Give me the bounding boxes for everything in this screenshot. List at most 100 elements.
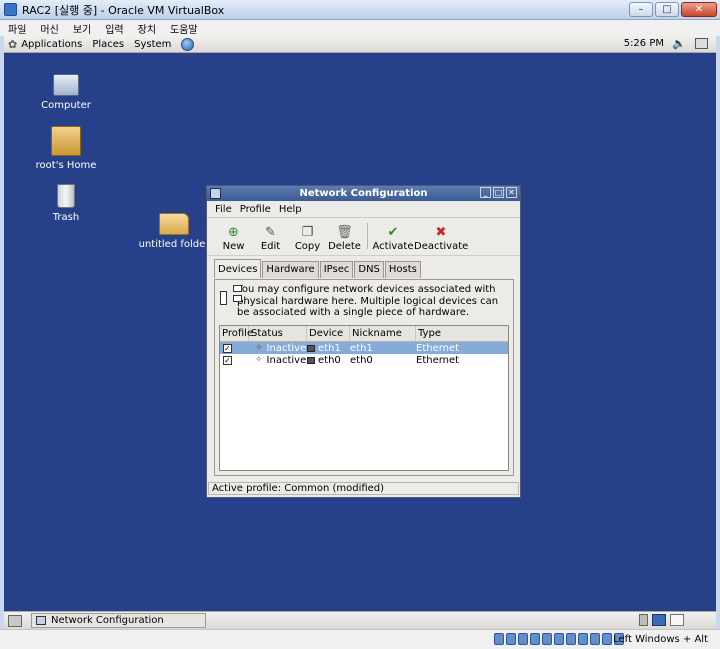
menu-system[interactable]: System <box>134 39 171 50</box>
host-key-label: Left Windows + Alt <box>613 634 708 645</box>
copy-button[interactable]: ❐ Copy <box>289 225 326 255</box>
desktop-icon-trash[interactable]: Trash <box>26 180 106 223</box>
gnome-foot-icon[interactable]: ✿ <box>8 38 17 51</box>
status-cell: Inactive <box>266 342 307 354</box>
panel-clock[interactable]: 5:26 PM <box>624 38 664 49</box>
devices-info: You may configure network devices associ… <box>215 280 513 322</box>
col-profile[interactable]: Profile <box>220 326 253 341</box>
new-button[interactable]: ⊕ New <box>215 225 252 255</box>
delete-button[interactable]: 🗑 Delete <box>326 225 363 255</box>
tab-hardware[interactable]: Hardware <box>262 261 319 278</box>
network-adapter-icon[interactable] <box>542 633 552 645</box>
activate-label: Activate <box>372 241 414 252</box>
desktop-icon-computer[interactable]: Computer <box>26 70 106 111</box>
activate-button[interactable]: ✔ Activate <box>372 225 414 255</box>
gnome-bottom-panel: Network Configuration <box>4 611 716 629</box>
floppy-icon[interactable] <box>518 633 528 645</box>
checkmark-icon: ✔ <box>387 225 399 240</box>
new-icon: ⊕ <box>228 225 239 240</box>
edit-button[interactable]: ✎ Edit <box>252 225 289 255</box>
desktop-icon-home[interactable]: root's Home <box>26 126 106 171</box>
vbox-titlebar: RAC2 [실행 중] - Oracle VM VirtualBox – □ ✕ <box>0 0 720 20</box>
workspace-1[interactable] <box>652 614 666 626</box>
device-cell: eth0 <box>318 354 341 366</box>
optical-drive-icon[interactable] <box>506 633 516 645</box>
nc-tabbar: Devices Hardware IPsec DNS Hosts <box>214 259 422 278</box>
network-status-icon[interactable] <box>695 38 708 49</box>
virtualbox-icon <box>4 3 17 16</box>
desktop-icon-label: untitled folder <box>138 239 210 250</box>
vbox-statusbar: Left Windows + Alt <box>0 629 720 649</box>
col-device[interactable]: Device <box>307 326 350 341</box>
volume-icon[interactable]: 🔈 <box>672 37 686 50</box>
usb-icon[interactable] <box>530 633 540 645</box>
deactivate-button[interactable]: ✖ Deactivate <box>414 225 468 255</box>
taskbar-network-config[interactable]: Network Configuration <box>31 613 206 628</box>
workspace-2[interactable] <box>670 614 684 626</box>
deactivate-label: Deactivate <box>414 241 469 252</box>
profile-checkbox[interactable]: ✓ <box>223 355 232 365</box>
table-row[interactable]: ✓ ✧ Inactive eth0 eth0 Ethernet <box>220 354 508 366</box>
maximize-button[interactable]: □ <box>655 2 679 17</box>
table-row[interactable]: ✓ ✧ Inactive eth1 eth1 Ethernet <box>220 342 508 354</box>
close-button[interactable]: ✕ <box>681 2 717 17</box>
vbox-menu-machine[interactable]: 머신 <box>40 21 58 36</box>
nc-menu-help[interactable]: Help <box>279 204 302 215</box>
copy-label: Copy <box>294 241 321 252</box>
nc-close-button[interactable]: ✕ <box>506 187 517 198</box>
nickname-cell: eth0 <box>350 354 373 366</box>
capture-icon[interactable] <box>590 633 600 645</box>
nc-menu-profile[interactable]: Profile <box>240 204 271 215</box>
device-cell: eth1 <box>318 342 341 354</box>
tab-hosts[interactable]: Hosts <box>384 261 421 278</box>
nc-menubar: File Profile Help <box>207 201 520 218</box>
computer-icon <box>53 74 79 96</box>
tab-devices[interactable]: Devices <box>214 259 262 278</box>
col-status[interactable]: Status <box>249 326 307 341</box>
nickname-cell: eth1 <box>350 342 373 354</box>
inactive-status-icon: ✧ <box>255 343 263 353</box>
menu-applications[interactable]: Applications <box>21 39 82 50</box>
trash-icon <box>57 184 75 208</box>
gnome-top-panel: ✿ Applications Places System 5:26 PM 🔈 <box>4 36 716 53</box>
web-browser-icon[interactable] <box>181 37 195 51</box>
mouse-integration-icon[interactable] <box>602 633 612 645</box>
trash-applet-icon[interactable] <box>639 614 648 626</box>
vbox-menu-file[interactable]: 파일 <box>8 21 26 36</box>
display-icon[interactable] <box>578 633 588 645</box>
delete-label: Delete <box>328 241 361 252</box>
network-adapter-2-icon[interactable] <box>554 633 564 645</box>
ethernet-card-icon <box>307 356 315 364</box>
tab-dns[interactable]: DNS <box>354 261 384 278</box>
folder-icon <box>159 213 189 235</box>
col-nickname[interactable]: Nickname <box>350 326 416 341</box>
minimize-button[interactable]: – <box>629 2 653 17</box>
profile-checkbox[interactable]: ✓ <box>223 343 232 353</box>
red-x-icon: ✖ <box>435 225 447 240</box>
taskbar-label: Network Configuration <box>51 615 164 626</box>
devices-panel: You may configure network devices associ… <box>214 279 514 476</box>
menu-places[interactable]: Places <box>92 39 124 50</box>
desktop-icon-label: Computer <box>41 100 91 111</box>
vbox-menu-devices[interactable]: 장치 <box>138 21 156 36</box>
table-header: Profile Status Device Nickname Type <box>220 326 508 342</box>
show-desktop-icon[interactable] <box>8 614 22 627</box>
nc-titlebar[interactable]: Network Configuration _ □ ✕ <box>207 186 520 201</box>
hdd-icon[interactable] <box>494 633 504 645</box>
nc-toolbar: ⊕ New ✎ Edit ❐ Copy 🗑 Delete ✔ Activate … <box>207 218 520 256</box>
desktop-icon-label: Trash <box>52 212 80 223</box>
nc-maximize-button[interactable]: □ <box>493 187 504 198</box>
desktop-icon-untitled-folder[interactable]: untitled folder <box>134 207 214 250</box>
vbox-menu-view[interactable]: 보기 <box>73 21 91 36</box>
wrench-icon: ✎ <box>265 225 276 240</box>
nc-menu-file[interactable]: File <box>215 204 232 215</box>
vbox-menu-help[interactable]: 도움말 <box>170 21 198 36</box>
vbox-menu-input[interactable]: 입력 <box>105 21 123 36</box>
inactive-status-icon: ✧ <box>255 355 263 365</box>
col-type[interactable]: Type <box>416 326 508 341</box>
nc-minimize-button[interactable]: _ <box>480 187 491 198</box>
devices-table[interactable]: Profile Status Device Nickname Type ✓ ✧ I… <box>219 325 509 471</box>
shared-folder-icon[interactable] <box>566 633 576 645</box>
network-devices-icon <box>219 284 242 312</box>
tab-ipsec[interactable]: IPsec <box>319 261 354 278</box>
